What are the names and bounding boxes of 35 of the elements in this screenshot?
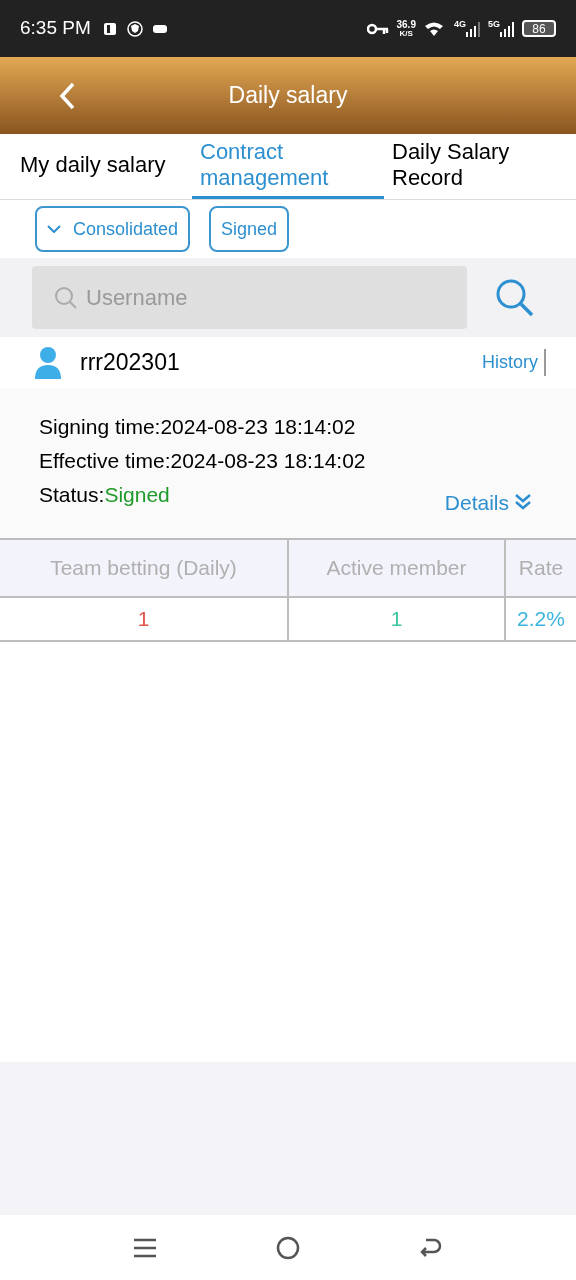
signal-icon xyxy=(466,20,480,37)
header-title: Daily salary xyxy=(228,81,348,111)
search-field[interactable]: Username xyxy=(32,266,467,329)
home-icon[interactable] xyxy=(276,1235,300,1260)
details-link[interactable]: Details xyxy=(444,486,532,518)
filter-dropdown[interactable]: Consolidated xyxy=(35,206,191,252)
signal-icon xyxy=(500,20,514,37)
search-icon xyxy=(54,286,78,310)
speed-value: 36.9 xyxy=(396,19,416,30)
key-icon xyxy=(366,22,389,35)
menu-icon[interactable] xyxy=(134,1237,156,1258)
column-header: Team betting (Daily) xyxy=(0,540,289,598)
network-label: 4G xyxy=(453,18,466,31)
network-label: 5G xyxy=(488,18,500,31)
contract-status: Status:Signed xyxy=(39,482,170,508)
filter-button[interactable]: Signed xyxy=(209,206,290,252)
back-icon[interactable] xyxy=(420,1236,442,1259)
chevron-down-icon xyxy=(47,225,61,233)
status-time: 6:35 PM xyxy=(20,16,91,41)
column-header: Active member xyxy=(289,540,506,598)
history-link[interactable]: History xyxy=(482,349,546,376)
app-icon xyxy=(102,21,117,36)
user-icon xyxy=(35,346,61,379)
contract-time: Signing time:2024-08-23 18:14:02 xyxy=(39,414,357,440)
username: rrr202301 xyxy=(80,348,180,378)
column-header: Rate xyxy=(506,540,576,598)
shield-icon xyxy=(126,20,143,37)
battery-icon: 86 xyxy=(522,20,556,37)
tab[interactable]: Daily Salary Record xyxy=(384,134,576,199)
speed-unit: K/S xyxy=(399,29,413,38)
tab[interactable]: My daily salary xyxy=(0,134,192,199)
contract-time: Effective time:2024-08-23 18:14:02 xyxy=(39,448,367,474)
wifi-icon xyxy=(423,20,446,37)
double-chevron-down-icon xyxy=(514,493,532,512)
tab[interactable]: Contract management xyxy=(192,134,384,199)
